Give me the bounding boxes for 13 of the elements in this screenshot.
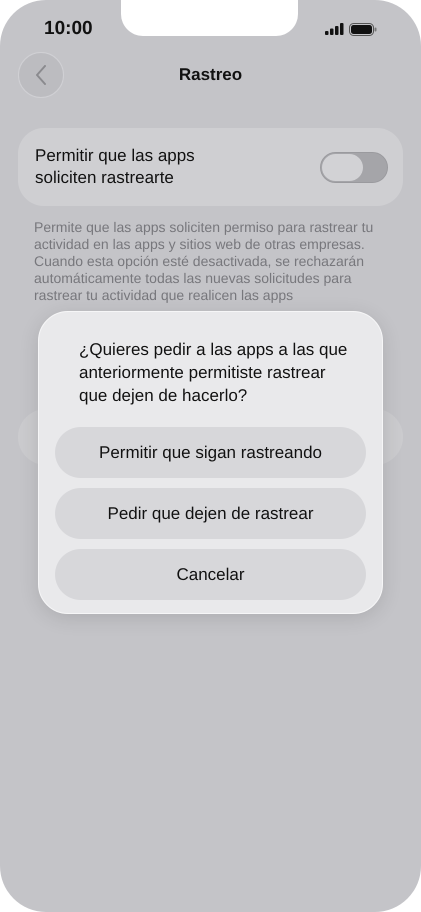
dialog-button[interactable]: Permitir que sigan rastreando (55, 427, 366, 478)
dialog-button[interactable]: Cancelar (55, 549, 366, 600)
dialog-button[interactable]: Pedir que dejen de rastrear (55, 488, 366, 539)
back-button[interactable] (18, 52, 64, 98)
footnote-text: Permite que las apps soliciten permiso para rastrear tu actividad en las apps y sitios web de otras empresas. Cuando esta opción esté desactivada, se rechazarán automáticamente todas las nuevas solicitudes para rastrear tu actividad que realicen las apps (33, 219, 374, 304)
signal-icon (325, 23, 344, 35)
setting-label: Permitir que las apps soliciten rastrearte (35, 145, 196, 189)
battery-icon (349, 22, 377, 36)
dialog-message: ¿Quieres pedir a las apps a las que anteriormente permitiste rastrear que dejen de hacerlo? (78, 339, 348, 407)
status-time: 10:00 (44, 18, 93, 40)
page-title: Rastreo (178, 65, 242, 85)
chevron-left-icon (35, 65, 47, 85)
toggle-switch[interactable] (320, 152, 388, 182)
